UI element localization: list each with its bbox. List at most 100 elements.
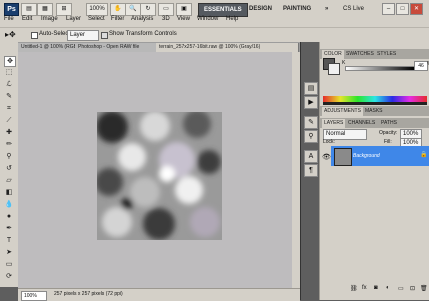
crop-tool-icon[interactable]: ⌗ (4, 104, 14, 113)
toolbox: ✥ ⬚ ℒ ✎ ⌗ ⟋ ✚ ✏ ⚲ ↺ ▱ ◧ 💧 ● ✒ T ➤ ▭ ⟳ (0, 42, 19, 287)
path-selection-tool-icon[interactable]: ➤ (4, 248, 14, 257)
gradient-tool-icon[interactable]: ◧ (4, 188, 14, 197)
workspace-design-button[interactable]: DESIGN (244, 3, 277, 15)
photoshop-logo: Ps (4, 3, 19, 16)
layer-thumbnail (334, 148, 352, 166)
layers-panel-tabs: LAYERS CHANNELS PATHS (320, 118, 429, 128)
tab-untitled-1[interactable]: Untitled-1 @ 100% (RGB/8) × (18, 43, 77, 52)
quick-select-tool-icon[interactable]: ✎ (4, 92, 14, 101)
adjustment-layer-icon[interactable]: ◐ (386, 285, 390, 291)
fill-label: Fill: (384, 139, 392, 145)
terrain-heightmap-image[interactable] (97, 112, 222, 240)
link-layers-icon[interactable]: ⛓ (350, 285, 358, 292)
rotate-view-icon[interactable]: ↻ (140, 3, 156, 16)
layer-row-background[interactable]: Background 🔒 (331, 146, 429, 166)
menu-edit[interactable]: Edit (22, 16, 32, 22)
type-tool-icon[interactable]: T (4, 236, 14, 245)
workspace-essentials-button[interactable]: ESSENTIALS (198, 3, 248, 17)
healing-brush-tool-icon[interactable]: ✚ (4, 128, 14, 137)
menu-help[interactable]: Help (226, 16, 238, 22)
brush-panel-icon[interactable]: ✎ (304, 116, 318, 129)
zoom-level-dropdown[interactable]: 100% (86, 3, 108, 16)
character-panel-icon[interactable]: A (304, 150, 318, 163)
lock-icon: 🔒 (420, 152, 428, 158)
vertical-scrollbar[interactable] (292, 52, 300, 288)
view-extras-icon[interactable]: ⊞ (56, 3, 72, 16)
tab-terrain-raw[interactable]: terrain_257x257-16bit.raw @ 100% (Gray/1… (156, 43, 299, 52)
lock-label: Lock: (323, 139, 335, 145)
clone-stamp-tool-icon[interactable]: ⚲ (4, 152, 14, 161)
k-value-field[interactable]: 46 (414, 61, 428, 71)
document-tabs: Untitled-1 @ 100% (RGB/8) × Photoshop - … (18, 42, 300, 52)
lasso-tool-icon[interactable]: ℒ (4, 80, 14, 89)
color-panel-tabs: COLOR SWATCHES STYLES (320, 49, 429, 59)
auto-select-dropdown[interactable]: Layer (67, 30, 99, 41)
menu-analysis[interactable]: Analysis (131, 16, 153, 22)
menu-3d[interactable]: 3D (162, 16, 170, 22)
status-bar: 100% 257 pixels x 257 pixels (72 ppi) (18, 288, 300, 301)
new-group-icon[interactable]: ▭ (398, 285, 404, 292)
brush-tool-icon[interactable]: ✏ (4, 140, 14, 149)
move-tool-preset-icon[interactable]: ▸✥ (5, 30, 16, 39)
menu-bar: Ps ▤ ▦ ⊞ 100% ✋ 🔍 ↻ ▭ ▣ ESSENTIALS DESIG… (0, 0, 429, 27)
workspace-painting-button[interactable]: PAINTING (278, 3, 316, 15)
adjustments-panel-tabs: ADJUSTMENTS MASKS (320, 106, 429, 116)
k-slider[interactable] (345, 66, 415, 71)
grayscale-ramp[interactable] (323, 102, 427, 105)
tab-swatches[interactable]: SWATCHES (344, 50, 376, 59)
pen-tool-icon[interactable]: ✒ (4, 224, 14, 233)
tab-channels[interactable]: CHANNELS (346, 119, 377, 128)
history-brush-tool-icon[interactable]: ↺ (4, 164, 14, 173)
mini-bridge-icon[interactable]: ▦ (37, 3, 53, 16)
tab-adjustments[interactable]: ADJUSTMENTS (322, 107, 363, 116)
tab-layers[interactable]: LAYERS (322, 119, 346, 128)
history-panel-icon[interactable]: ▤ (304, 82, 318, 95)
arrange-documents-icon[interactable]: ▭ (158, 3, 174, 16)
marquee-tool-icon[interactable]: ⬚ (4, 68, 14, 77)
eyedropper-tool-icon[interactable]: ⟋ (4, 116, 14, 125)
cs-live-button[interactable]: CS Live (343, 3, 364, 15)
menu-image[interactable]: Image (41, 16, 58, 22)
menu-window[interactable]: Window (197, 16, 218, 22)
eye-visibility-icon[interactable]: 👁 (322, 153, 331, 161)
tab-open-raw-file[interactable]: Photoshop - Open RAW file (75, 43, 158, 52)
hand-tool-icon[interactable]: ✋ (110, 3, 126, 16)
menu-file[interactable]: File (4, 16, 14, 22)
dodge-tool-icon[interactable]: ● (4, 212, 14, 221)
menu-layer[interactable]: Layer (66, 16, 81, 22)
opacity-label: Opacity: (379, 130, 398, 136)
minimize-button[interactable]: – (382, 3, 395, 15)
tab-styles[interactable]: STYLES (375, 50, 398, 59)
more-workspaces-button[interactable]: » (320, 3, 333, 15)
clone-source-panel-icon[interactable]: ⚲ (304, 130, 318, 143)
menu-filter[interactable]: Filter (111, 16, 124, 22)
3d-tool-icon[interactable]: ⟳ (4, 272, 14, 281)
auto-select-checkbox[interactable] (31, 32, 38, 39)
blur-tool-icon[interactable]: 💧 (4, 200, 14, 209)
close-button[interactable]: ✕ (410, 3, 423, 15)
paragraph-panel-icon[interactable]: ¶ (304, 164, 318, 177)
eraser-tool-icon[interactable]: ▱ (4, 176, 14, 185)
move-tool-icon[interactable]: ✥ (4, 56, 16, 67)
zoom-tool-icon[interactable]: 🔍 (125, 3, 141, 16)
show-transform-checkbox[interactable] (101, 32, 108, 39)
shape-tool-icon[interactable]: ▭ (4, 260, 14, 269)
background-color-swatch[interactable] (328, 63, 340, 75)
delete-layer-icon[interactable]: 🗑 (420, 285, 428, 292)
menu-view[interactable]: View (177, 16, 190, 22)
layer-name: Background (353, 153, 380, 159)
document-info: 257 pixels x 257 pixels (72 ppi) (54, 291, 123, 297)
tab-paths[interactable]: PATHS (379, 119, 399, 128)
menu-select[interactable]: Select (88, 16, 105, 22)
new-layer-icon[interactable]: ⊡ (410, 285, 415, 292)
show-transform-label: Show Transform Controls (109, 31, 177, 37)
actions-panel-icon[interactable]: ▶ (304, 96, 318, 109)
tab-masks[interactable]: MASKS (363, 107, 385, 116)
layer-mask-icon[interactable]: ◙ (374, 285, 378, 291)
right-panels: COLOR SWATCHES STYLES K 46 % ADJUSTMENTS… (319, 42, 429, 300)
screen-mode-icon[interactable]: ▣ (176, 3, 192, 16)
maximize-button[interactable]: □ (396, 3, 409, 15)
layer-style-icon[interactable]: fx (362, 285, 367, 291)
panel-dock-strip: ▤ ▶ ✎ ⚲ A ¶ (300, 42, 319, 300)
bridge-icon[interactable]: ▤ (21, 3, 37, 16)
